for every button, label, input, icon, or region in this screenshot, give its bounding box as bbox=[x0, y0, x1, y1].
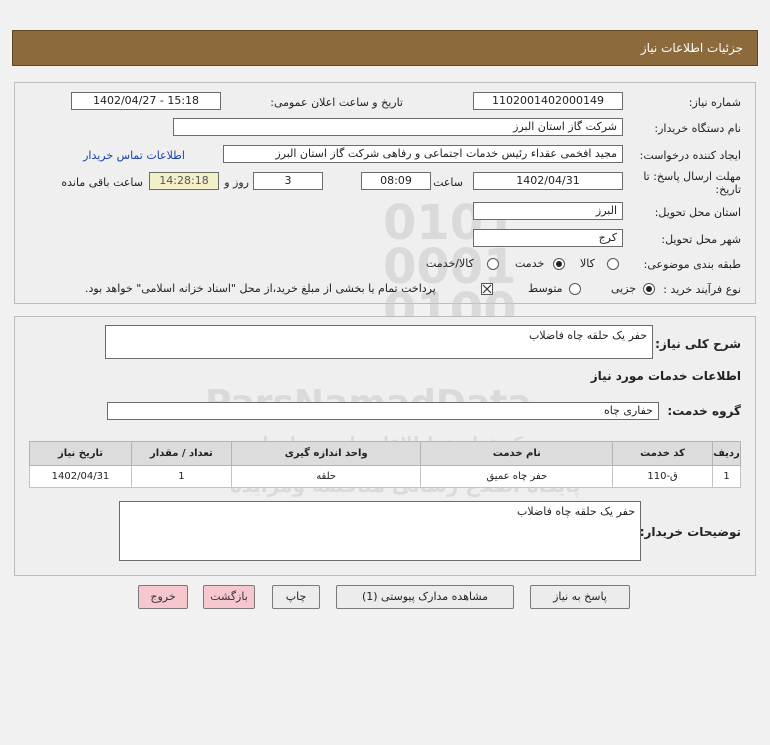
province-label: استان محل تحویل: bbox=[654, 206, 741, 219]
cell-name: حفر چاه عمیق bbox=[420, 465, 614, 488]
remaining-time-field: 14:28:18 bbox=[149, 172, 219, 190]
requester-label: ایجاد کننده درخواست: bbox=[639, 149, 741, 162]
cell-unit: حلقه bbox=[230, 465, 422, 488]
col-date-header: تاریخ نیاز bbox=[29, 441, 132, 466]
attachments-button[interactable]: مشاهده مدارک پیوستی (1) bbox=[336, 585, 514, 609]
exit-button[interactable]: خروج bbox=[138, 585, 188, 609]
buyer-org-field: شرکت گاز استان البرز bbox=[173, 118, 623, 136]
city-field: کرج bbox=[473, 229, 623, 247]
remaining-time-label: ساعت باقی مانده bbox=[61, 176, 143, 189]
cell-date: 1402/04/31 bbox=[29, 465, 132, 488]
category-option-service: خدمت bbox=[515, 257, 545, 270]
need-number-field: 1102001402000149 bbox=[473, 92, 623, 110]
deadline-date-field: 1402/04/31 bbox=[473, 172, 623, 190]
table-header-row: ردیف کد خدمت نام خدمت واحد اندازه گیری ت… bbox=[29, 441, 741, 466]
need-info-panel: 0101 0001 0100 شماره نیاز: 110200140200014… bbox=[14, 82, 756, 335]
col-qty-header: تعداد / مقدار bbox=[130, 441, 232, 466]
city-label: شهر محل تحویل: bbox=[661, 233, 741, 246]
buyer-notes-field: حفر یک حلقه چاه فاضلاب bbox=[119, 501, 641, 561]
treasury-payment-note: پرداخت تمام یا بخشی از مبلغ خرید،از محل … bbox=[85, 282, 436, 295]
deadline-label: مهلت ارسال پاسخ: تا bbox=[643, 170, 741, 183]
cell-code: ق-110 bbox=[612, 465, 714, 488]
buyer-org-label: نام دستگاه خریدار: bbox=[654, 122, 741, 135]
description-label: شرح کلی نیاز: bbox=[655, 337, 741, 351]
process-radio-minor[interactable] bbox=[643, 283, 655, 295]
cell-qty: 1 bbox=[130, 465, 232, 488]
cell-row: 1 bbox=[712, 465, 741, 488]
category-option-goods: کالا bbox=[580, 257, 595, 270]
process-radio-medium[interactable] bbox=[569, 283, 581, 295]
services-section-title: اطلاعات خدمات مورد نیاز bbox=[590, 369, 741, 383]
deadline-time-field: 08:09 bbox=[361, 172, 431, 190]
table-row: 1 ق-110 حفر چاه عمیق حلقه 1 1402/04/31 bbox=[29, 465, 741, 488]
buyer-contact-link[interactable]: اطلاعات تماس خریدار bbox=[83, 149, 185, 162]
deadline-label-date: تاریخ: bbox=[715, 183, 741, 196]
col-unit-header: واحد اندازه گیری bbox=[230, 441, 422, 466]
category-radio-service[interactable] bbox=[553, 258, 565, 270]
col-code-header: کد خدمت bbox=[612, 441, 714, 466]
services-table: ردیف کد خدمت نام خدمت واحد اندازه گیری ت… bbox=[29, 441, 741, 488]
buyer-notes-label: توضیحات خریدار: bbox=[639, 525, 741, 539]
print-button[interactable]: چاپ bbox=[272, 585, 320, 609]
days-field: 3 bbox=[253, 172, 323, 190]
province-field: البرز bbox=[473, 202, 623, 220]
process-label: نوع فرآیند خرید : bbox=[663, 283, 741, 296]
process-option-minor: جزیی bbox=[611, 282, 637, 295]
category-option-goods-service: کالا/خدمت bbox=[426, 257, 474, 270]
page-title: جزئیات اطلاعات نیاز bbox=[640, 41, 743, 55]
process-option-medium: متوسط bbox=[528, 282, 563, 295]
service-group-label: گروه خدمت: bbox=[667, 404, 741, 418]
description-field: حفر یک حلقه چاه فاضلاب bbox=[105, 325, 653, 359]
days-label: روز و bbox=[224, 176, 249, 189]
category-label: طبقه بندی موضوعی: bbox=[643, 258, 741, 271]
need-number-label: شماره نیاز: bbox=[688, 96, 741, 109]
announce-date-field: 1402/04/27 - 15:18 bbox=[71, 92, 221, 110]
treasury-checkbox[interactable] bbox=[481, 283, 493, 295]
col-row-header: ردیف bbox=[712, 441, 741, 466]
col-name-header: نام خدمت bbox=[420, 441, 614, 466]
category-radio-goods-service[interactable] bbox=[487, 258, 499, 270]
requester-field: مجید افخمی عقداء رئیس خدمات اجتماعی و رف… bbox=[223, 145, 623, 163]
reply-button[interactable]: پاسخ به نیاز bbox=[530, 585, 630, 609]
service-group-field: حفاری چاه bbox=[107, 402, 659, 420]
deadline-time-label: ساعت bbox=[433, 176, 463, 189]
need-details-panel: ParsNamadData مرکز فراوری اطلاعات پارس ن… bbox=[14, 316, 756, 576]
category-radio-goods[interactable] bbox=[607, 258, 619, 270]
announce-date-label: تاریخ و ساعت اعلان عمومی: bbox=[270, 96, 403, 109]
page-header: جزئیات اطلاعات نیاز bbox=[12, 30, 758, 66]
back-button[interactable]: بازگشت bbox=[203, 585, 255, 609]
